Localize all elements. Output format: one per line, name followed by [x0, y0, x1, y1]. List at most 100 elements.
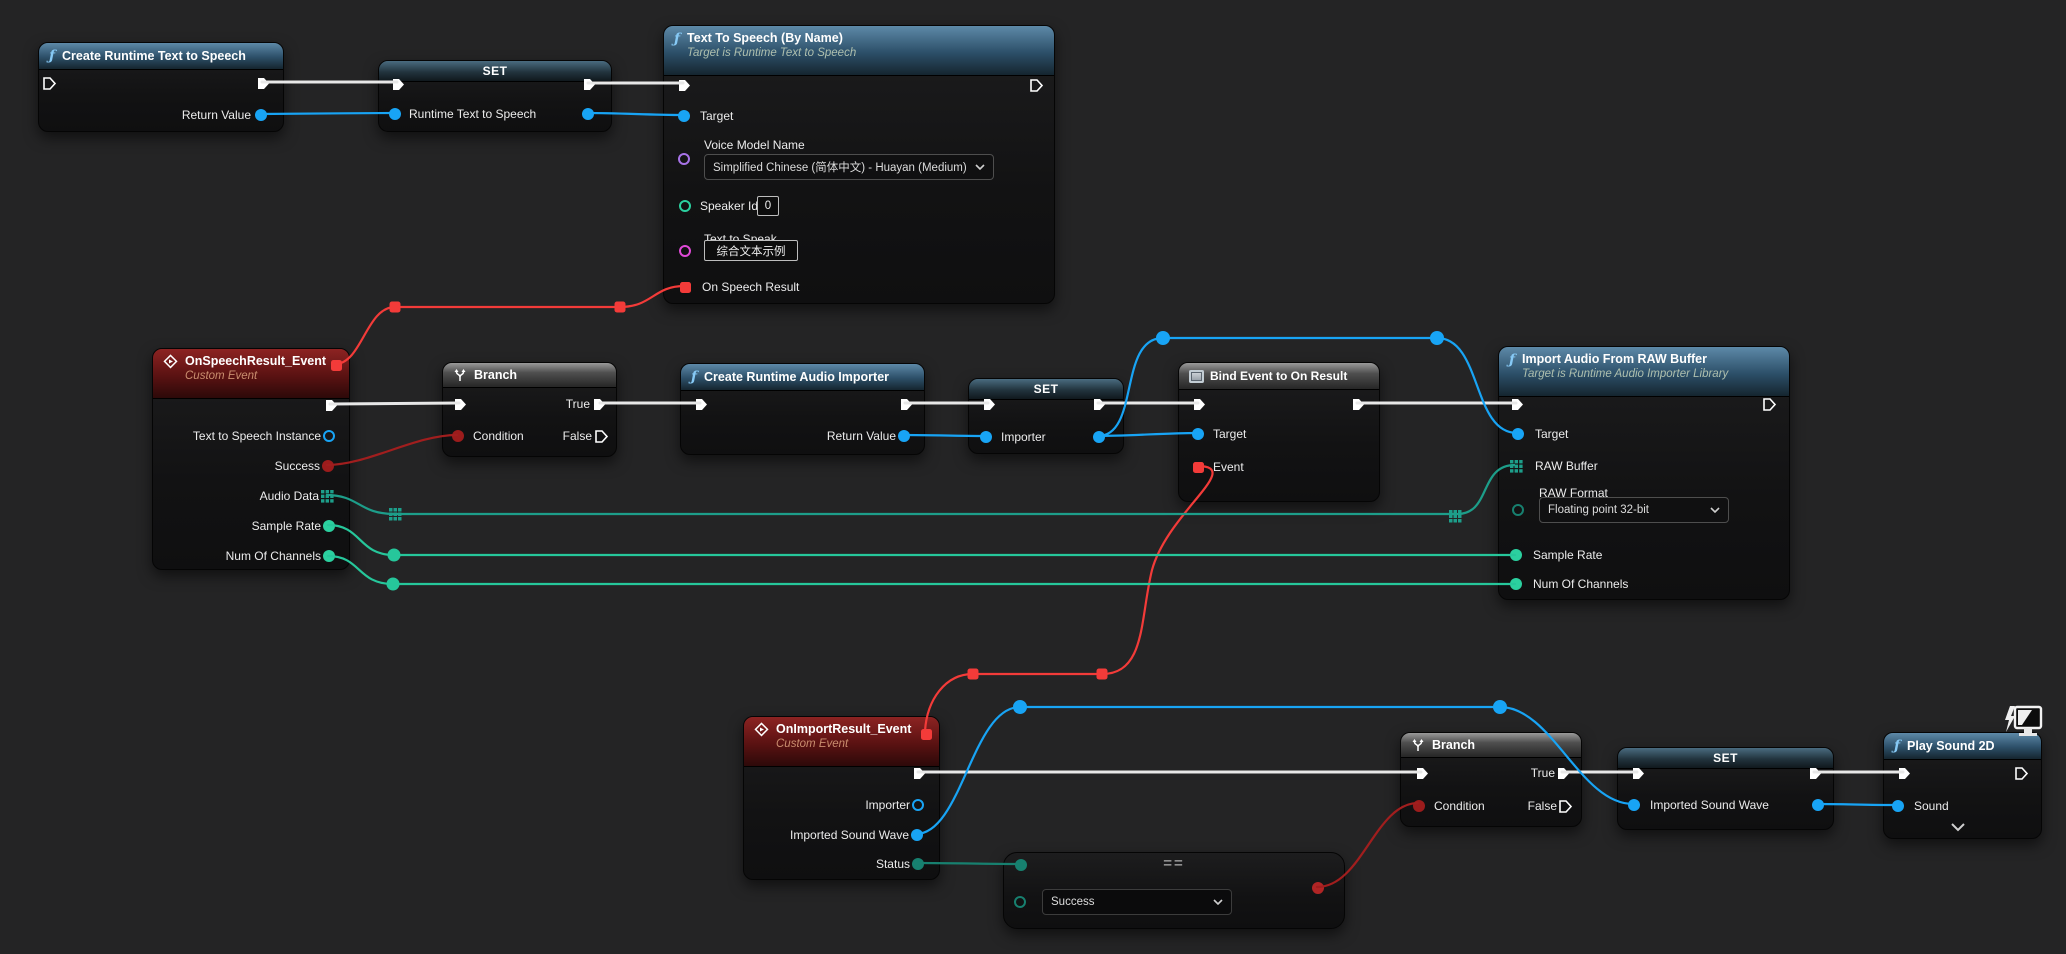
- num-channels-pin[interactable]: [1510, 578, 1522, 590]
- bool-result-pin[interactable]: [1312, 882, 1324, 894]
- node-bind-event[interactable]: Bind Event to On Result Target Event: [1178, 362, 1380, 502]
- reroute-delegate-3[interactable]: [968, 669, 979, 680]
- node-header[interactable]: ƒ Text To Speech (By Name) Target is Run…: [664, 26, 1054, 76]
- node-play-sound-2d[interactable]: ƒ Play Sound 2D Sound: [1883, 732, 2042, 839]
- node-onspeechresult-event[interactable]: OnSpeechResult_Event Custom Event Text t…: [152, 348, 350, 570]
- node-branch-2[interactable]: Branch True Condition False: [1400, 732, 1582, 827]
- text-to-speak-pin[interactable]: [679, 245, 691, 257]
- node-create-audio-importer[interactable]: ƒ Create Runtime Audio Importer Return V…: [680, 363, 925, 455]
- audio-data-pin[interactable]: [321, 490, 334, 503]
- exec-out-pin[interactable]: [1092, 397, 1107, 412]
- exec-out-pin[interactable]: [1762, 397, 1777, 412]
- speaker-id-input[interactable]: 0: [757, 196, 779, 216]
- exec-out-pin[interactable]: [324, 398, 339, 413]
- return-value-pin[interactable]: [898, 430, 910, 442]
- exec-in-pin[interactable]: [1192, 397, 1207, 412]
- target-pin[interactable]: [1192, 428, 1204, 440]
- delegate-out-pin[interactable]: [331, 360, 342, 371]
- node-header[interactable]: Branch: [1401, 733, 1581, 758]
- variable-in-pin[interactable]: [980, 431, 992, 443]
- exec-out-pin[interactable]: [1808, 766, 1823, 781]
- exec-out-pin[interactable]: [899, 397, 914, 412]
- status-pin[interactable]: [912, 858, 924, 870]
- exec-in-pin[interactable]: [1631, 766, 1646, 781]
- enum-value-dropdown[interactable]: Success: [1042, 889, 1232, 915]
- reroute-int-2[interactable]: [387, 578, 400, 591]
- variable-in-pin[interactable]: [389, 108, 401, 120]
- raw-buffer-pin[interactable]: [1510, 460, 1523, 473]
- node-set-imported-sound-wave[interactable]: SET Imported Sound Wave: [1617, 747, 1834, 830]
- sound-pin[interactable]: [1892, 800, 1904, 812]
- exec-in-pin[interactable]: [982, 397, 997, 412]
- node-set-importer[interactable]: SET Importer: [968, 378, 1124, 454]
- target-pin[interactable]: [678, 110, 690, 122]
- sample-rate-pin[interactable]: [323, 520, 335, 532]
- reroute-object-1[interactable]: [1156, 331, 1170, 345]
- reroute-delegate-2[interactable]: [615, 302, 626, 313]
- node-equal-enum[interactable]: == Success: [1003, 852, 1345, 929]
- reroute-int-1[interactable]: [388, 549, 401, 562]
- raw-format-pin[interactable]: [1512, 504, 1524, 516]
- condition-pin[interactable]: [1413, 800, 1425, 812]
- exec-in-pin[interactable]: [453, 397, 468, 412]
- text-to-speak-input[interactable]: 综合文本示例: [704, 240, 798, 261]
- exec-in-pin[interactable]: [1510, 397, 1525, 412]
- expand-advanced-chevron[interactable]: [1950, 819, 1965, 834]
- node-import-audio[interactable]: ƒ Import Audio From RAW Buffer Target is…: [1498, 346, 1790, 600]
- exec-out-pin[interactable]: [1351, 397, 1366, 412]
- exec-in-pin[interactable]: [694, 397, 709, 412]
- exec-out-pin[interactable]: [2014, 766, 2029, 781]
- voice-model-dropdown[interactable]: Simplified Chinese (简体中文) - Huayan (Medi…: [704, 154, 994, 180]
- enum-compare-pin[interactable]: [1014, 896, 1026, 908]
- exec-out-pin[interactable]: [1029, 78, 1044, 93]
- reroute-delegate-1[interactable]: [390, 302, 401, 313]
- target-pin[interactable]: [1512, 428, 1524, 440]
- true-exec-pin[interactable]: [592, 397, 607, 412]
- voice-model-pin[interactable]: [678, 153, 690, 165]
- node-header[interactable]: ƒ Create Runtime Audio Importer: [681, 364, 924, 391]
- reroute-object-2[interactable]: [1430, 331, 1444, 345]
- node-header[interactable]: Bind Event to On Result: [1179, 363, 1379, 390]
- node-branch-1[interactable]: Branch True Condition False: [442, 362, 617, 457]
- delegate-out-pin[interactable]: [921, 729, 932, 740]
- exec-out-pin[interactable]: [256, 76, 271, 91]
- importer-pin[interactable]: [912, 799, 924, 811]
- reroute-delegate-4[interactable]: [1097, 669, 1108, 680]
- on-speech-result-delegate-pin[interactable]: [680, 282, 691, 293]
- node-create-runtime-tts[interactable]: ƒ Create Runtime Text to Speech Return V…: [38, 42, 284, 132]
- false-exec-pin[interactable]: [1558, 799, 1573, 814]
- node-header[interactable]: ƒ Create Runtime Text to Speech: [39, 43, 283, 70]
- blueprint-graph-canvas[interactable]: ƒ Create Runtime Text to Speech Return V…: [0, 0, 2066, 954]
- variable-out-pin[interactable]: [1812, 799, 1824, 811]
- imported-sound-wave-pin[interactable]: [911, 829, 923, 841]
- node-header[interactable]: SET: [379, 61, 611, 82]
- exec-out-pin[interactable]: [912, 766, 927, 781]
- reroute-object-3[interactable]: [1013, 700, 1027, 714]
- node-header[interactable]: SET: [1618, 748, 1833, 769]
- node-header[interactable]: Branch: [443, 363, 616, 388]
- node-header[interactable]: OnImportResult_Event Custom Event: [744, 717, 939, 767]
- reroute-array-1[interactable]: [389, 508, 402, 521]
- exec-in-pin[interactable]: [1897, 766, 1912, 781]
- variable-out-pin[interactable]: [582, 108, 594, 120]
- true-exec-pin[interactable]: [1556, 766, 1571, 781]
- num-channels-pin[interactable]: [323, 550, 335, 562]
- node-header[interactable]: OnSpeechResult_Event Custom Event: [153, 349, 349, 399]
- exec-out-pin[interactable]: [582, 77, 597, 92]
- reroute-array-2[interactable]: [1449, 510, 1462, 523]
- node-header[interactable]: ƒ Import Audio From RAW Buffer Target is…: [1499, 347, 1789, 397]
- sample-rate-pin[interactable]: [1510, 549, 1522, 561]
- false-exec-pin[interactable]: [594, 429, 609, 444]
- raw-format-dropdown[interactable]: Floating point 32-bit: [1539, 497, 1729, 523]
- enum-input-pin[interactable]: [1015, 859, 1027, 871]
- return-value-pin[interactable]: [255, 109, 267, 121]
- node-tts-by-name[interactable]: ƒ Text To Speech (By Name) Target is Run…: [663, 25, 1055, 304]
- variable-in-pin[interactable]: [1628, 799, 1640, 811]
- exec-in-pin[interactable]: [42, 76, 57, 91]
- exec-in-pin[interactable]: [677, 78, 692, 93]
- condition-pin[interactable]: [452, 430, 464, 442]
- event-delegate-pin[interactable]: [1193, 462, 1204, 473]
- reroute-object-4[interactable]: [1493, 700, 1507, 714]
- speaker-id-pin[interactable]: [679, 200, 691, 212]
- tts-instance-pin[interactable]: [323, 430, 335, 442]
